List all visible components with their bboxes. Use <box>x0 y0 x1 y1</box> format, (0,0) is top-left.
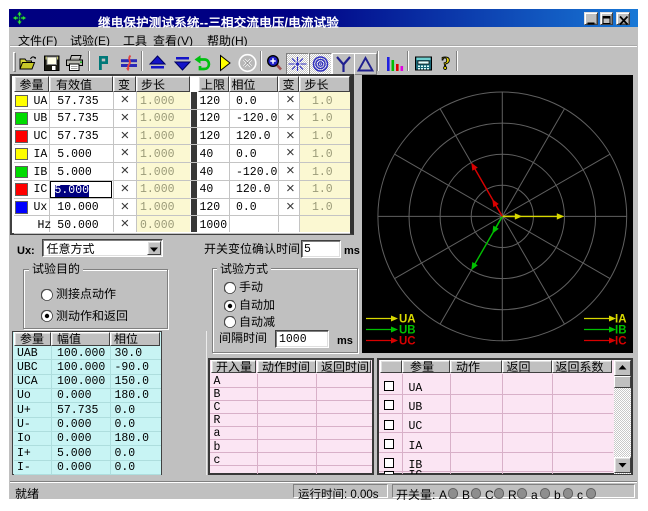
svg-text:UC: UC <box>399 336 416 348</box>
svg-text:IC: IC <box>615 336 627 348</box>
svg-text:?: ? <box>441 54 451 74</box>
